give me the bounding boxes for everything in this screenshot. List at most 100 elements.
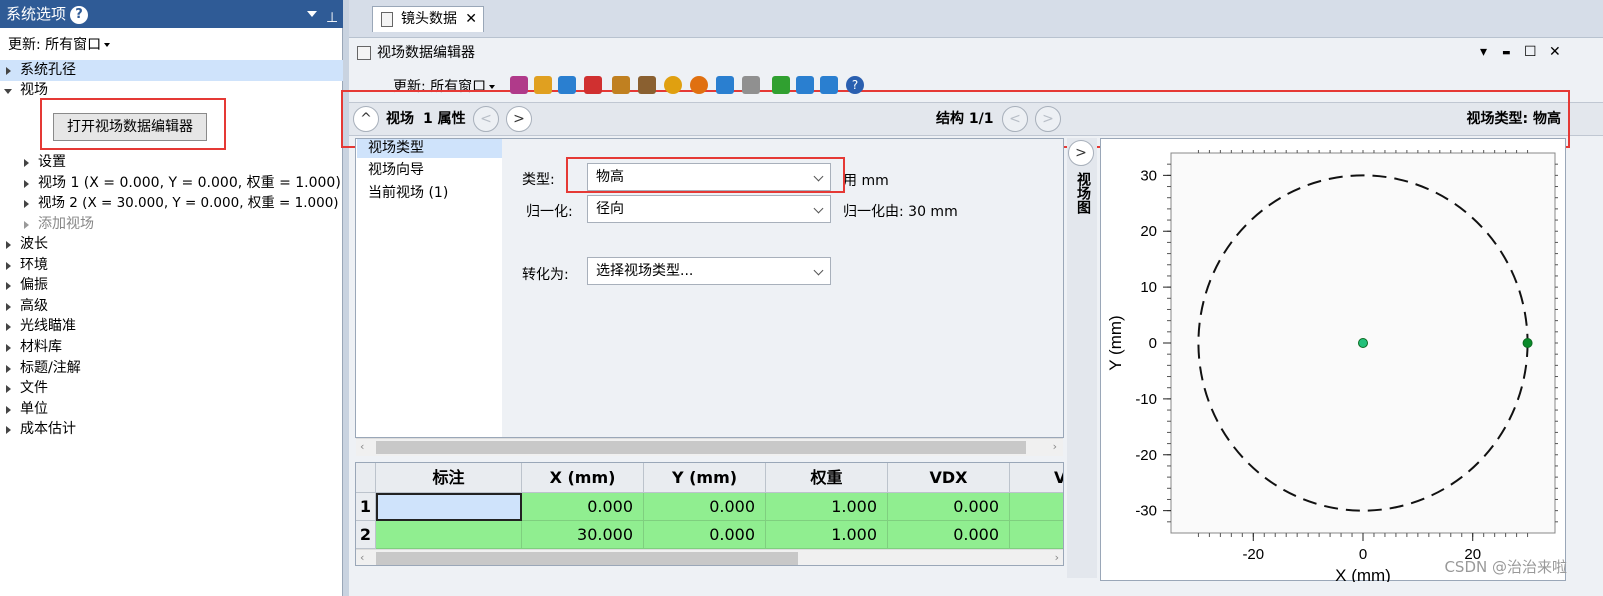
tree-item-material-library[interactable]: 材料库 xyxy=(0,337,343,358)
close-icon[interactable]: ✕ xyxy=(1549,44,1561,60)
toolbar-icon-7[interactable] xyxy=(664,76,682,94)
cell-vdx[interactable]: 0.000 xyxy=(888,493,1010,521)
tree-item-ray-aiming[interactable]: 光线瞄准 xyxy=(0,316,343,337)
nav-item-field-wizard[interactable]: 视场向导 xyxy=(368,161,424,180)
cell-x[interactable]: 30.000 xyxy=(522,521,644,549)
nav-item-current-field[interactable]: 当前视场 (1) xyxy=(368,184,448,203)
normalize-select[interactable]: 径向 xyxy=(587,195,831,223)
toolbar-icon-1[interactable] xyxy=(510,76,528,94)
cell-weight[interactable]: 1.000 xyxy=(766,493,888,521)
toolbar-icon-8[interactable] xyxy=(690,76,708,94)
expand-icon[interactable] xyxy=(24,159,29,167)
tree-item-title-notes[interactable]: 标题/注解 xyxy=(0,358,343,379)
cell-vdy[interactable] xyxy=(1010,493,1063,521)
toolbar-icon-2[interactable] xyxy=(534,76,552,94)
convert-select[interactable]: 选择视场类型... xyxy=(587,257,831,285)
tree-item-settings[interactable]: 设置 xyxy=(0,152,343,173)
update-selector[interactable]: 更新: 所有窗口 xyxy=(8,34,111,54)
row-header[interactable]: 1 xyxy=(356,493,376,521)
expand-icon[interactable] xyxy=(6,241,11,249)
expand-icon[interactable] xyxy=(6,344,11,352)
chevron-right-icon: > xyxy=(1075,145,1087,161)
cell-vdx[interactable]: 0.000 xyxy=(888,521,1010,549)
expand-icon[interactable] xyxy=(6,323,11,331)
cell-x[interactable]: 0.000 xyxy=(522,493,644,521)
column-header-weight[interactable]: 权重 xyxy=(766,463,888,493)
tree-label: 标题/注解 xyxy=(20,360,81,376)
tree-item-aperture[interactable]: 系统孔径 xyxy=(0,60,343,81)
toolbar-icon-11[interactable] xyxy=(772,76,790,94)
cell-weight[interactable]: 1.000 xyxy=(766,521,888,549)
scroll-left-icon[interactable]: ‹ xyxy=(360,440,364,453)
scroll-left-icon[interactable]: ‹ xyxy=(360,551,364,564)
corner-cell[interactable] xyxy=(356,463,376,493)
expand-icon[interactable] xyxy=(6,282,11,290)
window-menu-icon[interactable]: ▾ xyxy=(1480,44,1487,60)
expand-icon[interactable] xyxy=(6,385,11,393)
toolbar-icon-12[interactable] xyxy=(796,76,814,94)
tree-item-environment[interactable]: 环境 xyxy=(0,255,343,276)
form-horizontal-scrollbar[interactable]: ‹ › xyxy=(356,438,1063,456)
cell-y[interactable]: 0.000 xyxy=(644,493,766,521)
panel-dropdown-icon[interactable] xyxy=(307,11,317,17)
grid-horizontal-scrollbar[interactable]: ‹ › xyxy=(356,549,1063,565)
expand-icon[interactable] xyxy=(24,200,29,208)
tree-item-add-field[interactable]: 添加视场 xyxy=(0,214,343,235)
scroll-thumb[interactable] xyxy=(376,441,1026,454)
toolbar-icon-6[interactable] xyxy=(638,76,656,94)
column-header-x[interactable]: X (mm) xyxy=(522,463,644,493)
y-tick-label: 0 xyxy=(1149,335,1157,352)
column-header-label[interactable]: 标注 xyxy=(376,463,522,493)
x-tick-label: 0 xyxy=(1359,546,1367,563)
tree-item-advanced[interactable]: 高级 xyxy=(0,296,343,317)
cell-label[interactable] xyxy=(376,521,522,549)
toolbar-icon-3[interactable] xyxy=(558,76,576,94)
expand-icon[interactable] xyxy=(24,180,29,188)
expand-icon[interactable] xyxy=(6,262,11,270)
tree-item-units[interactable]: 单位 xyxy=(0,399,343,420)
toolbar-icon-14[interactable]: ? xyxy=(846,76,864,94)
column-header-y[interactable]: Y (mm) xyxy=(644,463,766,493)
column-header-vdx[interactable]: VDX xyxy=(888,463,1010,493)
toolbar-icon-13[interactable] xyxy=(820,76,838,94)
expand-icon[interactable] xyxy=(6,365,11,373)
maximize-icon[interactable]: ☐ xyxy=(1524,44,1537,60)
scroll-right-icon[interactable]: › xyxy=(1053,440,1057,453)
toolbar-icon-10[interactable] xyxy=(742,76,760,94)
expand-icon[interactable] xyxy=(6,67,11,75)
tree-item-field2[interactable]: 视场 2 (X = 30.000, Y = 0.000, 权重 = 1.000) xyxy=(0,193,343,214)
cell-label[interactable] xyxy=(376,493,522,521)
scroll-thumb[interactable] xyxy=(376,552,798,565)
help-icon[interactable]: ? xyxy=(70,5,89,24)
type-label: 类型: xyxy=(522,172,555,188)
tree-item-polarization[interactable]: 偏振 xyxy=(0,275,343,296)
toolbar-icon-5[interactable] xyxy=(612,76,630,94)
expand-icon[interactable] xyxy=(24,221,29,229)
nav-item-field-type[interactable]: 视场类型 xyxy=(357,139,502,158)
tab-lens-data[interactable]: 镜头数据 ✕ xyxy=(372,6,484,32)
panel-title: 系统选项 xyxy=(6,5,67,23)
column-header-vdy[interactable]: V xyxy=(1010,463,1063,493)
toolbar-icon-9[interactable] xyxy=(716,76,734,94)
collapse-icon[interactable] xyxy=(4,89,12,94)
expand-icon[interactable] xyxy=(6,426,11,434)
scroll-right-icon[interactable]: › xyxy=(1055,551,1059,564)
toolbar-icon-4[interactable] xyxy=(584,76,602,94)
tree-item-files[interactable]: 文件 xyxy=(0,378,343,399)
minimize-icon[interactable]: ▬ xyxy=(1502,48,1511,58)
chevron-down-icon xyxy=(813,265,824,276)
tree-item-field1[interactable]: 视场 1 (X = 0.000, Y = 0.000, 权重 = 1.000) xyxy=(0,173,343,194)
close-tab-icon[interactable]: ✕ xyxy=(465,7,477,31)
x-tick-label: -20 xyxy=(1242,546,1264,563)
expand-icon[interactable] xyxy=(6,406,11,414)
cell-vdy[interactable] xyxy=(1010,521,1063,549)
panel-title-bar: 系统选项? ⊥ xyxy=(0,0,343,28)
tree-item-wavelength[interactable]: 波长 xyxy=(0,234,343,255)
pin-icon[interactable]: ⊥ xyxy=(326,4,338,32)
row-header[interactable]: 2 xyxy=(356,521,376,549)
expand-icon[interactable] xyxy=(6,303,11,311)
cell-y[interactable]: 0.000 xyxy=(644,521,766,549)
y-tick-label: -20 xyxy=(1135,447,1157,464)
expand-plot-button[interactable]: > xyxy=(1068,140,1094,166)
tree-item-cost-estimate[interactable]: 成本估计 xyxy=(0,419,343,440)
